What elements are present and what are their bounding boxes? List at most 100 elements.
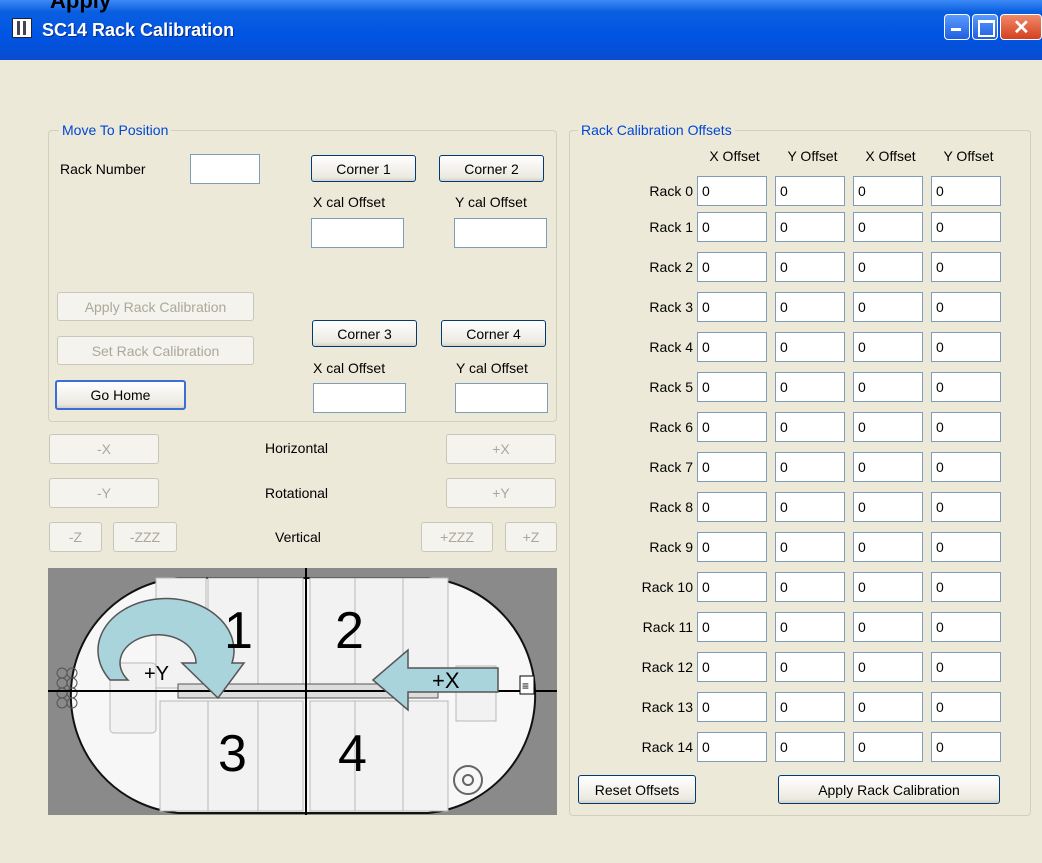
rack-carousel-diagram: ≡ +Y +X 1 2 3 4 <box>48 568 557 815</box>
y-offset-input[interactable] <box>931 292 1001 322</box>
overlapping-caption: Apply <box>50 0 112 13</box>
x-offset-input[interactable] <box>853 452 923 482</box>
rack-label: Rack 4 <box>649 339 693 355</box>
plus-z-button[interactable]: +Z <box>505 522 557 552</box>
reset-offsets-button[interactable]: Reset Offsets <box>578 775 696 804</box>
y-offset-input[interactable] <box>931 252 1001 282</box>
minus-zzz-button[interactable]: -ZZZ <box>113 522 177 552</box>
corner-4-button[interactable]: Corner 4 <box>441 320 546 347</box>
y-offset-input[interactable] <box>931 732 1001 762</box>
maximize-button[interactable] <box>972 14 998 40</box>
corner-1-button[interactable]: Corner 1 <box>311 155 416 182</box>
y-offset-input[interactable] <box>931 212 1001 242</box>
y-offset-input[interactable] <box>775 572 845 602</box>
rack-label: Rack 6 <box>649 419 693 435</box>
x-offset-input[interactable] <box>853 732 923 762</box>
y-offset-input[interactable] <box>931 572 1001 602</box>
y-offset-input[interactable] <box>931 412 1001 442</box>
x-offset-input[interactable] <box>853 532 923 562</box>
y-offset-input[interactable] <box>931 692 1001 722</box>
y-offset-input[interactable] <box>775 292 845 322</box>
rack-label: Rack 14 <box>641 739 693 755</box>
x-offset-input[interactable] <box>697 732 767 762</box>
x-offset-input[interactable] <box>853 572 923 602</box>
y-offset-input[interactable] <box>931 652 1001 682</box>
x-offset-input[interactable] <box>697 692 767 722</box>
y-offset-input[interactable] <box>931 532 1001 562</box>
window-title: SC14 Rack Calibration <box>42 20 235 40</box>
x-offset-input[interactable] <box>697 532 767 562</box>
y-offset-input[interactable] <box>775 412 845 442</box>
x-offset-input[interactable] <box>853 332 923 362</box>
rack-label: Rack 3 <box>649 299 693 315</box>
y-cal-offset-input-top[interactable] <box>454 218 547 248</box>
x-cal-offset-label-top: X cal Offset <box>313 194 386 210</box>
x-offset-input[interactable] <box>697 212 767 242</box>
rack-label: Rack 8 <box>649 499 693 515</box>
x-offset-input[interactable] <box>697 252 767 282</box>
x-offset-input[interactable] <box>853 212 923 242</box>
x-offset-input[interactable] <box>853 412 923 442</box>
corner-2-button[interactable]: Corner 2 <box>439 155 544 182</box>
title-bar[interactable]: SC14 Rack Calibration Apply ✕ <box>0 0 1042 60</box>
y-offset-input[interactable] <box>775 372 845 402</box>
quadrant-1-label: 1 <box>224 602 253 660</box>
y-offset-input[interactable] <box>775 652 845 682</box>
y-offset-input[interactable] <box>775 332 845 362</box>
x-offset-input[interactable] <box>853 692 923 722</box>
x-offset-input[interactable] <box>697 492 767 522</box>
y-offset-input[interactable] <box>931 612 1001 642</box>
x-offset-input[interactable] <box>853 372 923 402</box>
x-offset-input[interactable] <box>697 412 767 442</box>
rack-label: Rack 10 <box>641 579 693 595</box>
plus-y-button[interactable]: +Y <box>446 478 556 508</box>
y-offset-input[interactable] <box>775 692 845 722</box>
corner-3-button[interactable]: Corner 3 <box>312 320 417 347</box>
set-rack-calibration-button[interactable]: Set Rack Calibration <box>57 336 254 365</box>
y-offset-input[interactable] <box>775 176 845 206</box>
x-offset-input[interactable] <box>697 372 767 402</box>
y-offset-input[interactable] <box>931 452 1001 482</box>
x-offset-input[interactable] <box>697 176 767 206</box>
x-offset-input[interactable] <box>697 332 767 362</box>
minus-z-button[interactable]: -Z <box>49 522 102 552</box>
x-offset-input[interactable] <box>853 492 923 522</box>
plus-x-button[interactable]: +X <box>446 434 556 464</box>
minus-x-button[interactable]: -X <box>49 434 159 464</box>
y-offset-input[interactable] <box>775 452 845 482</box>
x-offset-input[interactable] <box>853 252 923 282</box>
minimize-button[interactable] <box>944 14 970 40</box>
x-offset-input[interactable] <box>853 612 923 642</box>
x-cal-offset-input-top[interactable] <box>311 218 404 248</box>
y-offset-input[interactable] <box>775 532 845 562</box>
x-offset-input[interactable] <box>697 292 767 322</box>
y-offset-input[interactable] <box>775 252 845 282</box>
apply-rack-calibration-button-disabled[interactable]: Apply Rack Calibration <box>57 292 254 321</box>
plus-zzz-button[interactable]: +ZZZ <box>421 522 493 552</box>
y-offset-input[interactable] <box>931 332 1001 362</box>
x-cal-offset-input-bottom[interactable] <box>313 383 406 413</box>
y-offset-input[interactable] <box>775 492 845 522</box>
x-offset-input[interactable] <box>853 176 923 206</box>
close-button[interactable]: ✕ <box>1000 14 1042 40</box>
go-home-button[interactable]: Go Home <box>55 380 186 410</box>
y-offset-input[interactable] <box>775 612 845 642</box>
y-offset-input[interactable] <box>931 372 1001 402</box>
y-offset-input[interactable] <box>931 176 1001 206</box>
x-offset-input[interactable] <box>697 452 767 482</box>
y-offset-input[interactable] <box>931 492 1001 522</box>
header-x-offset-2: X Offset <box>865 148 916 164</box>
x-offset-input[interactable] <box>697 612 767 642</box>
y-offset-input[interactable] <box>775 212 845 242</box>
minimize-icon <box>951 28 961 31</box>
minus-y-button[interactable]: -Y <box>49 478 159 508</box>
x-offset-input[interactable] <box>697 572 767 602</box>
x-offset-input[interactable] <box>697 652 767 682</box>
header-x-offset-1: X Offset <box>709 148 760 164</box>
apply-rack-calibration-button[interactable]: Apply Rack Calibration <box>778 775 1000 804</box>
y-offset-input[interactable] <box>775 732 845 762</box>
x-offset-input[interactable] <box>853 652 923 682</box>
y-cal-offset-input-bottom[interactable] <box>455 383 548 413</box>
rack-number-input[interactable] <box>190 154 260 184</box>
x-offset-input[interactable] <box>853 292 923 322</box>
